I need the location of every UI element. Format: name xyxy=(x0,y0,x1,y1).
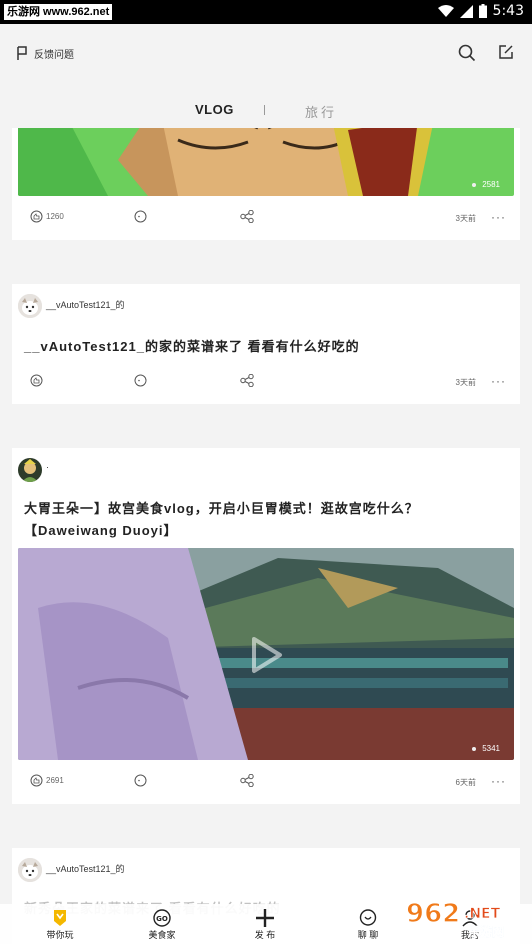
svg-text:GO: GO xyxy=(156,915,168,923)
username[interactable]: __vAutoTest121_的 xyxy=(46,298,125,311)
comment-button[interactable] xyxy=(134,210,147,225)
post-title-line: 【Daweiwang Duoyi】 xyxy=(24,523,178,538)
wifi-icon xyxy=(437,4,454,17)
play-icon[interactable] xyxy=(250,636,284,674)
username[interactable]: __vAutoTest121_的 xyxy=(46,862,125,875)
feed-card[interactable]: __vAutoTest121_的 __vAutoTest121_的家的菜谱来了 … xyxy=(12,284,520,404)
search-icon[interactable] xyxy=(458,44,476,62)
post-time: 3天前 xyxy=(455,214,476,223)
share-button[interactable] xyxy=(240,209,254,225)
view-count: 2581 xyxy=(472,180,500,189)
video-thumbnail[interactable]: 5341 xyxy=(18,548,514,760)
view-dot-icon xyxy=(472,182,477,187)
comment-icon xyxy=(134,210,147,223)
post-time: 3天前 xyxy=(455,378,476,387)
nav-item-foodie[interactable]: GO 美食家 xyxy=(132,908,192,941)
svg-text:乐游网: 乐游网 xyxy=(468,924,504,939)
share-icon xyxy=(240,773,254,788)
feed-card[interactable]: · 大胃王朵一】故宫美食vlog，开启小巨胃模式！逛故宫吃什么？ 【Daweiw… xyxy=(12,448,520,804)
status-watermark: 乐游网 www.962.net xyxy=(4,4,113,20)
post-title-line: 大胃王朵一】故宫美食vlog，开启小巨胃模式！逛故宫吃什么？ xyxy=(24,501,419,516)
status-bar: 乐游网 www.962.net 5:43 xyxy=(0,0,532,24)
username[interactable]: · xyxy=(46,462,49,472)
thumbs-up-icon xyxy=(30,774,43,787)
tab-travel[interactable]: 旅行 xyxy=(305,102,337,121)
avatar[interactable] xyxy=(18,294,42,318)
like-button[interactable]: 2691 xyxy=(30,774,64,787)
post-title[interactable]: 大胃王朵一】故宫美食vlog，开启小巨胃模式！逛故宫吃什么？ 【Daweiwan… xyxy=(24,498,508,542)
top-header: 反馈问题 VLOG 旅行 xyxy=(0,24,532,128)
site-watermark-logo: 962 .NET 乐游网 xyxy=(405,898,504,939)
like-button[interactable]: 1260 xyxy=(30,210,64,223)
battery-icon xyxy=(478,4,487,18)
card-actions: 2691 6天前 ··· xyxy=(12,773,520,794)
more-button[interactable]: ··· xyxy=(491,210,506,224)
avatar[interactable] xyxy=(18,458,42,482)
plus-icon xyxy=(256,909,274,927)
feedback-button[interactable]: 反馈问题 xyxy=(16,46,74,61)
svg-text:.NET: .NET xyxy=(464,906,501,922)
comment-button[interactable] xyxy=(134,374,147,389)
tab-bar: VLOG 旅行 xyxy=(0,102,532,126)
badge-icon xyxy=(54,910,66,926)
go-icon: GO xyxy=(153,909,171,927)
more-button[interactable]: ··· xyxy=(491,774,506,788)
share-icon xyxy=(240,209,254,224)
flag-icon xyxy=(17,46,27,60)
edit-icon[interactable] xyxy=(498,44,514,60)
share-icon xyxy=(240,373,254,388)
share-button[interactable] xyxy=(240,373,254,389)
post-title[interactable]: __vAutoTest121_的家的菜谱来了 看看有什么好吃的 xyxy=(24,336,508,358)
post-time: 6天前 xyxy=(455,778,476,787)
comment-icon xyxy=(134,374,147,387)
card-actions: 3天前 ··· xyxy=(12,373,520,394)
card-actions: 1260 3天前 ··· xyxy=(12,209,520,230)
cellular-signal-icon xyxy=(459,4,473,18)
avatar[interactable] xyxy=(18,858,42,882)
nav-item-publish[interactable]: 发 布 xyxy=(235,908,295,941)
tab-divider xyxy=(264,105,265,115)
comment-icon xyxy=(134,774,147,787)
status-time: 5:43 xyxy=(492,3,524,19)
more-button[interactable]: ··· xyxy=(491,374,506,388)
view-dot-icon xyxy=(472,746,477,751)
svg-text:962: 962 xyxy=(406,899,460,929)
like-button[interactable] xyxy=(30,374,43,387)
share-button[interactable] xyxy=(240,773,254,789)
chat-icon xyxy=(359,909,377,926)
feedback-label: 反馈问题 xyxy=(34,50,74,61)
nav-item-play[interactable]: 带你玩 xyxy=(30,908,90,941)
thumbs-up-icon xyxy=(30,210,43,223)
thumbs-up-icon xyxy=(30,374,43,387)
nav-item-chat[interactable]: 聊 聊 xyxy=(338,908,398,941)
comment-button[interactable] xyxy=(134,774,147,789)
tab-vlog[interactable]: VLOG xyxy=(195,102,234,117)
view-count: 5341 xyxy=(472,744,500,753)
